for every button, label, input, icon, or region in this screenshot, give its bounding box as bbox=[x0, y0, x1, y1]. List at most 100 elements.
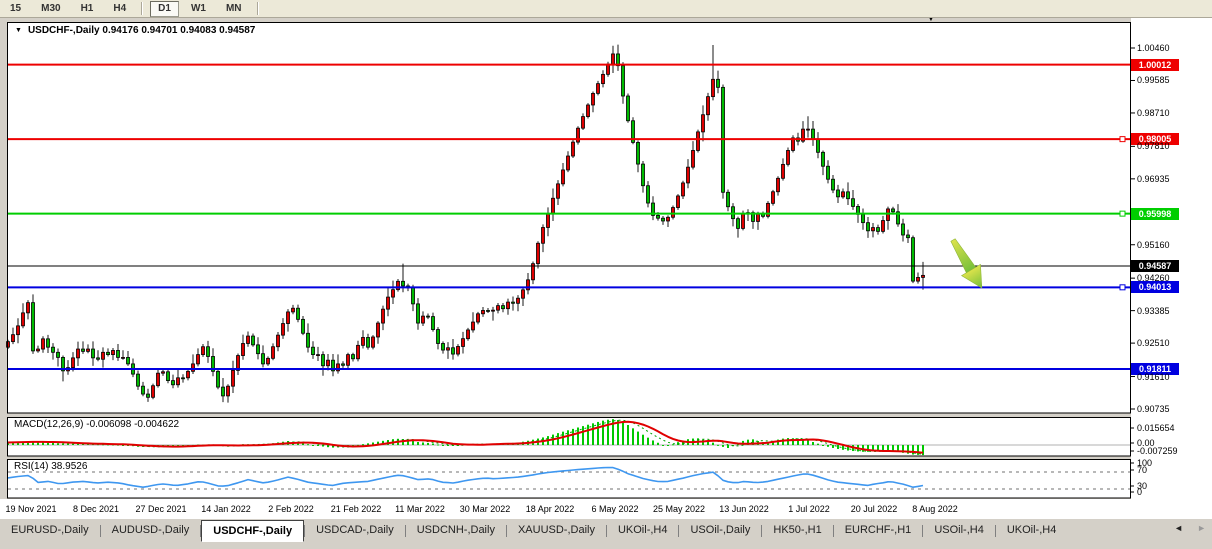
hline-handle-0.94013[interactable] bbox=[1120, 285, 1125, 290]
candle-bull bbox=[397, 281, 400, 289]
candle-bear bbox=[662, 218, 665, 221]
macd-histogram-bar bbox=[672, 444, 674, 445]
candle-bull bbox=[552, 198, 555, 213]
candle-bear bbox=[817, 139, 820, 152]
candle-bear bbox=[257, 345, 260, 354]
chart-tab-usoil-daily[interactable]: USOil-,Daily bbox=[679, 522, 761, 540]
chart-tab-usdcnh-daily[interactable]: USDCNH-,Daily bbox=[406, 522, 506, 540]
candle-bull bbox=[712, 79, 715, 96]
candle-bear bbox=[92, 349, 95, 358]
timeframe-toolbar: 15M30 H1H4 D1W1MN bbox=[0, 0, 1212, 18]
candle-bull bbox=[102, 352, 105, 359]
macd-histogram-bar bbox=[582, 426, 584, 445]
candle-bull bbox=[772, 192, 775, 204]
candle-bear bbox=[167, 372, 170, 381]
candle-bear bbox=[417, 304, 420, 323]
chart-tab-usdcad-daily[interactable]: USDCAD-,Daily bbox=[305, 522, 405, 540]
macd-histogram-bar bbox=[622, 422, 624, 445]
macd-histogram-bar bbox=[417, 442, 419, 445]
candle-bear bbox=[622, 66, 625, 96]
candle-bull bbox=[267, 358, 270, 364]
candle-bear bbox=[302, 319, 305, 333]
macd-histogram-bar bbox=[72, 444, 74, 445]
chart-tab-ukoil-h4[interactable]: UKOil-,H4 bbox=[996, 522, 1068, 540]
hline-handle-0.98005[interactable] bbox=[1120, 137, 1125, 142]
candle-bull bbox=[787, 150, 790, 164]
tab-scroll-right-icon[interactable]: ► bbox=[1197, 524, 1206, 533]
macd-histogram-bar bbox=[832, 445, 834, 448]
candle-bear bbox=[647, 186, 650, 203]
timeframe-button-D1[interactable]: D1 bbox=[150, 1, 179, 17]
candle-bull bbox=[162, 372, 165, 373]
candle-bear bbox=[217, 371, 220, 387]
tab-scroll-left-icon[interactable]: ◄ bbox=[1174, 524, 1183, 533]
candle-bull bbox=[492, 310, 495, 311]
macd-histogram-bar bbox=[432, 444, 434, 445]
candle-bull bbox=[872, 228, 875, 231]
candle-bear bbox=[442, 343, 445, 350]
candle-bull bbox=[27, 303, 30, 313]
timeframe-button-H1[interactable]: H1 bbox=[73, 1, 102, 17]
macd-histogram-bar bbox=[447, 445, 449, 446]
macd-histogram-bar bbox=[412, 441, 414, 445]
candle-bull bbox=[777, 178, 780, 191]
main-panel-bg bbox=[8, 23, 1131, 414]
candle-bear bbox=[627, 96, 630, 121]
timeframe-button-W1[interactable]: W1 bbox=[183, 1, 214, 17]
candle-bull bbox=[677, 196, 680, 208]
timeframe-button-15[interactable]: 15 bbox=[2, 1, 29, 17]
chart-tab-audusd-daily[interactable]: AUDUSD-,Daily bbox=[101, 522, 201, 540]
macd-histogram-bar bbox=[812, 442, 814, 445]
candle-bull bbox=[317, 355, 320, 356]
candle-bull bbox=[467, 330, 470, 339]
candle-bear bbox=[822, 152, 825, 166]
chart-tab-xauusd-daily[interactable]: XAUUSD-,Daily bbox=[507, 522, 606, 540]
timeframe-button-MN[interactable]: MN bbox=[218, 1, 250, 17]
candle-bear bbox=[642, 164, 645, 186]
candle-bull bbox=[887, 209, 890, 221]
candle-bull bbox=[667, 217, 670, 221]
macd-histogram-bar bbox=[422, 442, 424, 445]
candle-bear bbox=[367, 337, 370, 347]
candle-bull bbox=[587, 105, 590, 117]
macd-histogram-bar bbox=[567, 430, 569, 445]
candle-bull bbox=[672, 208, 675, 218]
candle-bull bbox=[232, 370, 235, 386]
chart-tab-hk50-h1[interactable]: HK50-,H1 bbox=[762, 522, 832, 540]
candle-bull bbox=[742, 214, 745, 229]
candle-bull bbox=[842, 192, 845, 197]
candle-bear bbox=[727, 192, 730, 206]
candle-bull bbox=[357, 345, 360, 358]
hline-handle-0.95998[interactable] bbox=[1120, 211, 1125, 216]
macd-histogram-bar bbox=[827, 445, 829, 447]
candle-bull bbox=[602, 74, 605, 83]
candle-bull bbox=[242, 343, 245, 355]
candle-bull bbox=[597, 84, 600, 94]
candle-bull bbox=[882, 221, 885, 232]
macd-histogram-bar bbox=[912, 445, 914, 455]
candle-bear bbox=[852, 199, 855, 207]
candle-bear bbox=[342, 364, 345, 365]
macd-histogram-bar bbox=[437, 444, 439, 445]
candle-bear bbox=[322, 355, 325, 366]
macd-histogram-bar bbox=[807, 440, 809, 445]
timeframe-button-M30[interactable]: M30 bbox=[33, 1, 68, 17]
chart-tab-eurchf-h1[interactable]: EURCHF-,H1 bbox=[834, 522, 923, 540]
candle-bear bbox=[107, 352, 110, 354]
macd-histogram-bar bbox=[577, 428, 579, 446]
candle-bull bbox=[922, 275, 925, 277]
chart-plot-svg bbox=[0, 0, 1212, 549]
chart-tab-eurusd-daily[interactable]: EURUSD-,Daily bbox=[0, 522, 100, 540]
candle-bull bbox=[282, 324, 285, 336]
candle-bear bbox=[427, 316, 430, 317]
candle-bear bbox=[892, 209, 895, 212]
candle-bull bbox=[277, 335, 280, 347]
chart-tab-usdchf-daily[interactable]: USDCHF-,Daily bbox=[201, 520, 304, 542]
chart-tab-usoil-h4[interactable]: USOil-,H4 bbox=[923, 522, 995, 540]
timeframe-button-H4[interactable]: H4 bbox=[105, 1, 134, 17]
chart-menu-icon[interactable]: ▼ bbox=[15, 27, 22, 34]
chart-tab-ukoil-h4[interactable]: UKOil-,H4 bbox=[607, 522, 679, 540]
candle-bear bbox=[127, 357, 130, 363]
candle-bear bbox=[812, 129, 815, 139]
candle-bull bbox=[392, 290, 395, 297]
